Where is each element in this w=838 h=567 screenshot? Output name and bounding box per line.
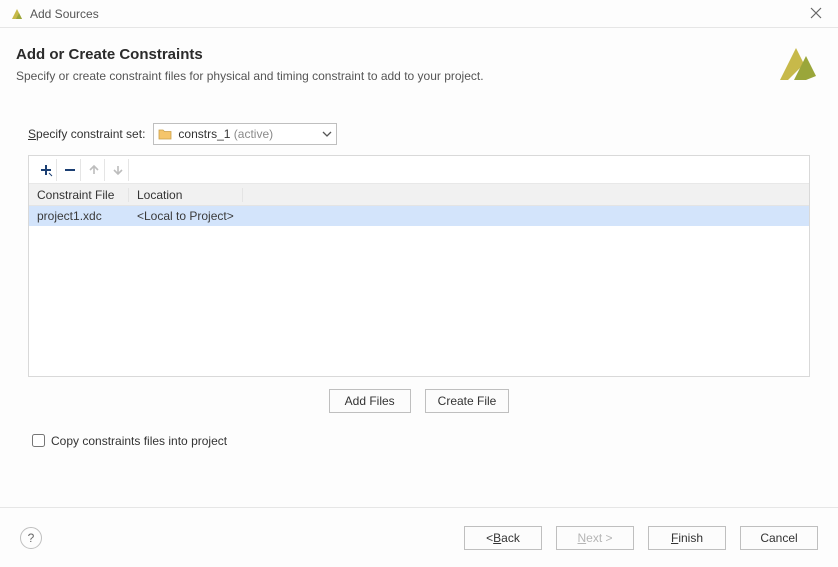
- cancel-button[interactable]: Cancel: [740, 526, 818, 550]
- cell-location: <Local to Project>: [129, 209, 243, 223]
- copy-constraints-checkbox[interactable]: [32, 434, 45, 447]
- create-file-button[interactable]: Create File: [425, 389, 510, 413]
- grid-header: Constraint File Location: [29, 184, 809, 206]
- help-button[interactable]: ?: [20, 527, 42, 549]
- finish-button[interactable]: Finish: [648, 526, 726, 550]
- add-button[interactable]: [35, 159, 57, 181]
- remove-button[interactable]: [59, 159, 81, 181]
- close-icon[interactable]: [804, 4, 828, 24]
- vendor-logo-icon: [776, 42, 818, 84]
- move-up-button[interactable]: [83, 159, 105, 181]
- constraint-grid: Constraint File Location project1.xdc <L…: [28, 155, 810, 377]
- content: Specify constraint set: constrs_1 (activ…: [0, 93, 838, 460]
- constraint-set-combo[interactable]: constrs_1 (active): [153, 123, 337, 145]
- window-title: Add Sources: [30, 7, 99, 21]
- copy-constraints-row: Copy constraints files into project: [28, 431, 810, 450]
- mid-buttons: Add Files Create File: [28, 389, 810, 413]
- chevron-down-icon: [322, 129, 332, 140]
- grid-toolbar: [29, 156, 809, 184]
- cell-file: project1.xdc: [29, 209, 129, 223]
- footer: ? < Back Next > Finish Cancel: [0, 507, 838, 567]
- constraint-set-label: Specify constraint set:: [28, 127, 145, 141]
- move-down-button[interactable]: [107, 159, 129, 181]
- page-title: Add or Create Constraints: [16, 46, 816, 63]
- column-header-location[interactable]: Location: [129, 188, 243, 202]
- folder-icon: [158, 128, 172, 140]
- constraint-set-value: constrs_1 (active): [178, 127, 318, 141]
- table-row[interactable]: project1.xdc <Local to Project>: [29, 206, 809, 226]
- header: Add or Create Constraints Specify or cre…: [0, 28, 838, 93]
- copy-constraints-label: Copy constraints files into project: [51, 434, 227, 448]
- app-icon: [10, 7, 24, 21]
- next-button[interactable]: Next >: [556, 526, 634, 550]
- add-files-button[interactable]: Add Files: [329, 389, 411, 413]
- column-header-file[interactable]: Constraint File: [29, 188, 129, 202]
- titlebar: Add Sources: [0, 0, 838, 28]
- page-subtitle: Specify or create constraint files for p…: [16, 69, 816, 83]
- back-button[interactable]: < Back: [464, 526, 542, 550]
- grid-body[interactable]: project1.xdc <Local to Project>: [29, 206, 809, 376]
- constraint-set-row: Specify constraint set: constrs_1 (activ…: [28, 123, 810, 145]
